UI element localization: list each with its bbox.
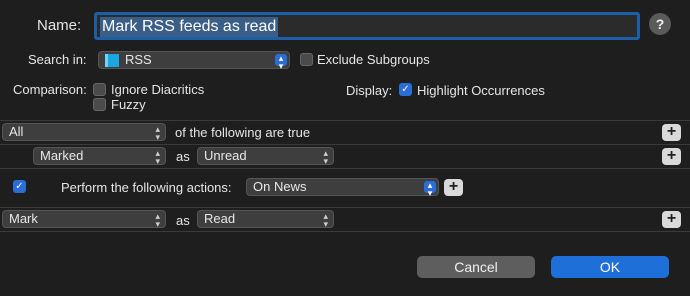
plus-icon: +: [666, 210, 677, 227]
highlight-occurrences-checkbox[interactable]: ✓: [399, 83, 412, 96]
condition-field-value: Marked: [40, 148, 84, 163]
name-input-value: Mark RSS feeds as read: [100, 17, 279, 37]
rss-group-icon: [105, 54, 119, 67]
select-arrows-icon: ▴ ▾: [155, 148, 160, 166]
help-icon: ?: [655, 16, 665, 32]
action-as-label: as: [176, 213, 190, 228]
highlight-occurrences-label: Highlight Occurrences: [417, 83, 545, 98]
checkmark-icon: ✓: [15, 181, 24, 192]
ignore-diacritics-label: Ignore Diacritics: [111, 82, 205, 97]
help-button[interactable]: ?: [649, 13, 671, 35]
action-value-value: Read: [204, 211, 236, 226]
condition-quantifier-select[interactable]: All ▴ ▾: [2, 123, 166, 142]
select-arrows-icon: ▴ ▾: [424, 181, 436, 198]
select-arrows-icon: ▴ ▾: [323, 211, 328, 229]
fuzzy-checkbox[interactable]: [93, 98, 106, 111]
plus-icon: +: [448, 178, 459, 195]
display-label: Display:: [346, 83, 393, 98]
select-arrows-icon: ▴ ▾: [155, 124, 160, 142]
select-arrows-icon: ▴ ▾: [155, 211, 160, 229]
condition-field-select[interactable]: Marked ▴ ▾: [33, 147, 166, 166]
condition-value-select[interactable]: Unread ▴ ▾: [197, 147, 334, 166]
separator: [0, 120, 690, 121]
add-condition-row-button[interactable]: +: [662, 148, 681, 165]
select-arrows-icon: ▴ ▾: [275, 54, 287, 71]
perform-actions-checkbox[interactable]: ✓: [13, 180, 26, 193]
add-condition-button[interactable]: +: [662, 124, 681, 141]
add-action-button[interactable]: +: [444, 179, 463, 196]
search-in-value: RSS: [125, 52, 152, 67]
action-value-select[interactable]: Read ▴ ▾: [197, 210, 334, 229]
action-select[interactable]: Mark ▴ ▾: [2, 210, 166, 229]
condition-header-text: of the following are true: [175, 125, 311, 140]
perform-actions-label: Perform the following actions:: [61, 180, 232, 195]
ok-button[interactable]: OK: [551, 256, 669, 278]
cancel-button[interactable]: Cancel: [417, 256, 535, 278]
fuzzy-label: Fuzzy: [111, 97, 146, 112]
name-label: Name:: [37, 17, 82, 34]
checkmark-icon: ✓: [401, 84, 410, 95]
condition-quantifier-value: All: [9, 124, 24, 139]
separator: [0, 144, 690, 145]
select-arrows-icon: ▴ ▾: [323, 148, 328, 166]
separator: [0, 231, 690, 232]
ignore-diacritics-checkbox[interactable]: [93, 83, 106, 96]
plus-icon: +: [666, 123, 677, 140]
condition-as-label: as: [176, 149, 190, 164]
condition-value-value: Unread: [204, 148, 247, 163]
add-action-row-button[interactable]: +: [662, 211, 681, 228]
exclude-subgroups-label: Exclude Subgroups: [317, 52, 430, 67]
separator: [0, 207, 690, 208]
name-input[interactable]: Mark RSS feeds as read: [94, 12, 640, 40]
search-in-select[interactable]: RSS ▴ ▾: [98, 51, 290, 71]
search-in-label: Search in:: [28, 52, 87, 67]
separator: [0, 168, 690, 169]
comparison-label: Comparison:: [13, 82, 87, 97]
plus-icon: +: [666, 147, 677, 164]
action-value: Mark: [9, 211, 38, 226]
exclude-subgroups-checkbox[interactable]: [300, 53, 313, 66]
actions-trigger-select[interactable]: On News ▴ ▾: [246, 178, 439, 198]
actions-trigger-value: On News: [253, 179, 307, 194]
